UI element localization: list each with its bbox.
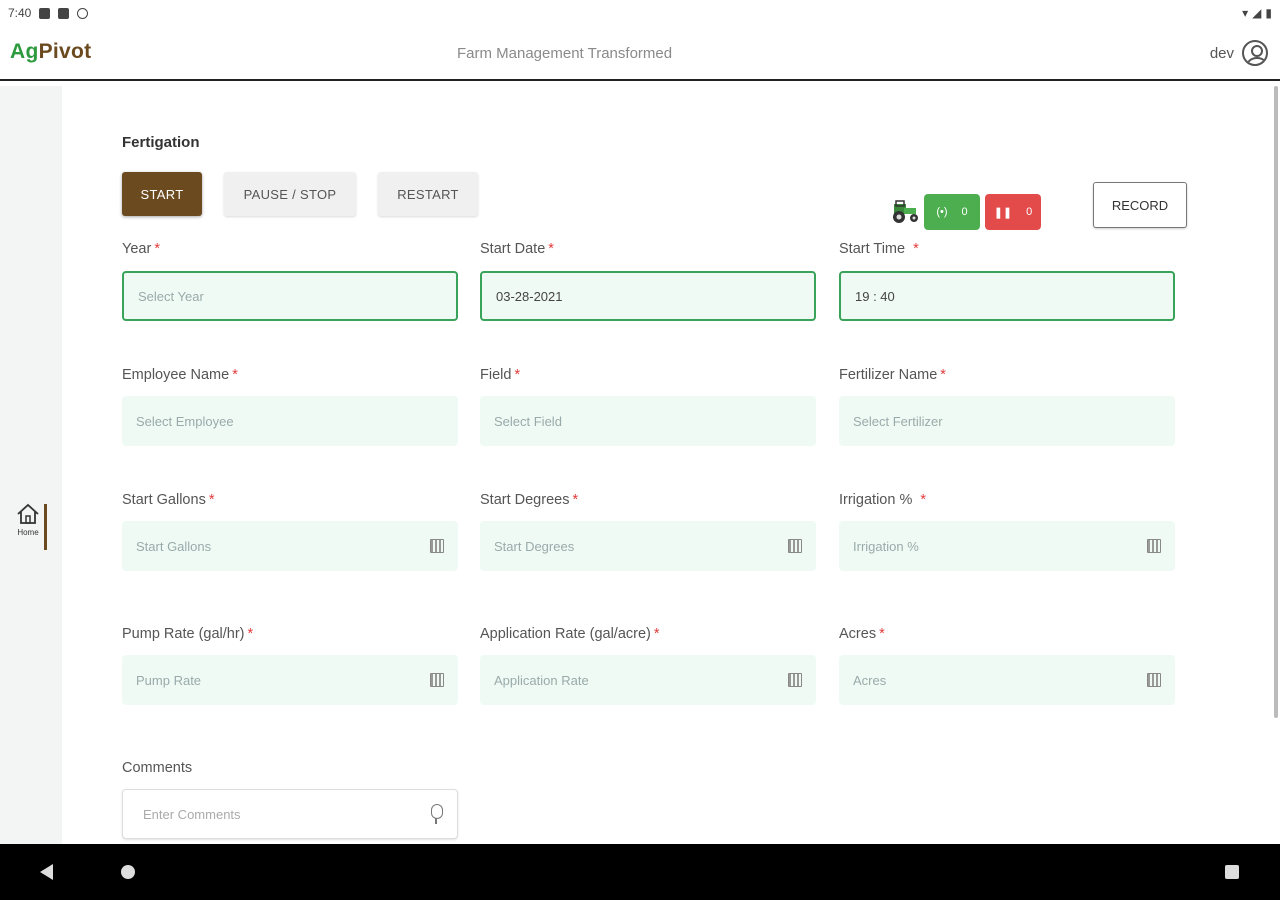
app-header: AgPivot Farm Management Transformed dev xyxy=(0,26,1280,81)
account-icon[interactable] xyxy=(1242,40,1268,66)
running-status-badge[interactable]: (•) 0 xyxy=(924,194,980,230)
application-rate-label: Application Rate (gal/acre) * xyxy=(480,626,660,642)
status-time: 7:40 xyxy=(8,6,32,20)
year-label: Year * xyxy=(122,241,160,257)
keypad-icon xyxy=(788,539,802,553)
acres-label: Acres * xyxy=(839,626,885,642)
field-select[interactable]: Select Field xyxy=(480,396,816,446)
recent-apps-icon[interactable] xyxy=(1225,865,1239,879)
keypad-icon xyxy=(430,673,444,687)
logo-pivot: Pivot xyxy=(38,40,92,63)
start-time-field[interactable]: 19 : 40 xyxy=(839,271,1175,321)
page-title: Fertigation xyxy=(122,134,200,151)
start-time-label: Start Time * xyxy=(839,241,919,257)
employee-name-label: Employee Name * xyxy=(122,367,238,383)
fertilizer-name-label: Fertilizer Name * xyxy=(839,367,946,383)
acres-input[interactable]: Acres xyxy=(839,655,1175,705)
status-bar: 7:40 ▾ ◢ ▮ xyxy=(0,0,1280,26)
signal-icon: ◢ xyxy=(1252,6,1262,20)
notification-icon xyxy=(39,7,51,19)
running-count: 0 xyxy=(961,206,968,218)
start-degrees-placeholder: Start Degrees xyxy=(494,538,575,554)
home-icon xyxy=(15,502,41,526)
paused-status-badge[interactable]: ❚❚ 0 xyxy=(985,194,1041,230)
start-date-label: Start Date * xyxy=(480,241,554,257)
fertilizer-select[interactable]: Select Fertilizer xyxy=(839,396,1175,446)
main-content: Fertigation START PAUSE / STOP RESTART (… xyxy=(62,86,1272,844)
navigation-bar xyxy=(0,844,1280,900)
comments-input[interactable]: Enter Comments xyxy=(122,789,458,839)
fertilizer-placeholder: Select Fertilizer xyxy=(853,413,943,429)
tractor-icon xyxy=(890,198,920,224)
sidebar: Home xyxy=(0,86,62,844)
employee-placeholder: Select Employee xyxy=(136,413,234,429)
employee-select[interactable]: Select Employee xyxy=(122,396,458,446)
sync-icon xyxy=(77,7,89,19)
start-button[interactable]: START xyxy=(122,172,202,216)
restart-button[interactable]: RESTART xyxy=(378,172,478,216)
start-date-value: 03-28-2021 xyxy=(496,288,563,304)
home-nav-icon[interactable] xyxy=(121,865,135,879)
start-time-value: 19 : 40 xyxy=(855,288,895,304)
pump-rate-placeholder: Pump Rate xyxy=(136,672,202,688)
year-placeholder: Select Year xyxy=(138,288,204,304)
acres-placeholder: Acres xyxy=(853,672,887,688)
irrigation-label: Irrigation % * xyxy=(839,492,926,508)
start-degrees-input[interactable]: Start Degrees xyxy=(480,521,816,571)
pump-rate-label: Pump Rate (gal/hr) * xyxy=(122,626,254,642)
irrigation-placeholder: Irrigation % xyxy=(853,538,919,554)
comments-placeholder: Enter Comments xyxy=(143,806,241,822)
sidebar-item-home[interactable]: Home xyxy=(8,502,48,552)
username: dev xyxy=(1209,44,1234,62)
record-button[interactable]: RECORD xyxy=(1093,182,1187,228)
start-date-field[interactable]: 03-28-2021 xyxy=(480,271,816,321)
field-placeholder: Select Field xyxy=(494,413,562,429)
application-rate-placeholder: Application Rate xyxy=(494,672,589,688)
sd-card-icon xyxy=(58,7,70,19)
paused-count: 0 xyxy=(1026,206,1033,218)
irrigation-input[interactable]: Irrigation % xyxy=(839,521,1175,571)
year-select[interactable]: Select Year xyxy=(122,271,458,321)
active-indicator xyxy=(44,504,47,550)
microphone-icon[interactable] xyxy=(429,804,443,824)
pause-icon: ❚❚ xyxy=(993,206,1013,219)
user-menu[interactable]: dev xyxy=(1210,40,1268,66)
keypad-icon xyxy=(1147,539,1161,553)
comments-label: Comments xyxy=(122,760,193,776)
pump-rate-input[interactable]: Pump Rate xyxy=(122,655,458,705)
start-degrees-label: Start Degrees * xyxy=(480,492,579,508)
keypad-icon xyxy=(430,539,444,553)
agpivot-logo[interactable]: AgPivot xyxy=(10,40,91,64)
wifi-icon: ▾ xyxy=(1242,6,1249,20)
field-label: Field * xyxy=(480,367,521,383)
tagline: Farm Management Transformed xyxy=(457,45,673,62)
battery-icon: ▮ xyxy=(1265,6,1272,20)
keypad-icon xyxy=(788,673,802,687)
pause-stop-button[interactable]: PAUSE / STOP xyxy=(224,172,356,216)
keypad-icon xyxy=(1147,673,1161,687)
application-rate-input[interactable]: Application Rate xyxy=(480,655,816,705)
sidebar-item-label: Home xyxy=(17,528,39,537)
back-icon[interactable] xyxy=(40,864,53,880)
scrollbar[interactable] xyxy=(1274,86,1278,718)
logo-ag: Ag xyxy=(10,40,39,63)
signal-icon: (•) xyxy=(936,206,948,218)
start-gallons-placeholder: Start Gallons xyxy=(136,538,212,554)
start-gallons-label: Start Gallons * xyxy=(122,492,215,508)
start-gallons-input[interactable]: Start Gallons xyxy=(122,521,458,571)
